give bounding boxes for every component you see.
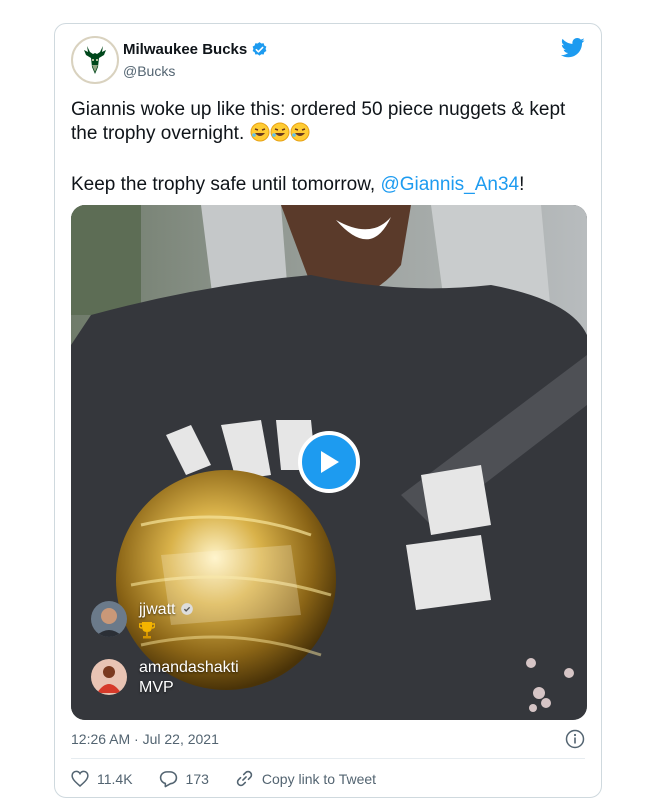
tweet-actions: 11.4K 173 Copy link to Tweet — [71, 769, 402, 788]
account-handle[interactable]: @Bucks — [123, 63, 175, 79]
account-display-name: Milwaukee Bucks — [123, 41, 248, 58]
tweet-line-1: Giannis woke up like this: ordered 50 pi… — [71, 98, 571, 149]
rolling-laughing-emoji-icon — [290, 122, 310, 149]
tweet-line-1-text: Giannis woke up like this: ordered 50 pi… — [71, 99, 566, 144]
info-icon[interactable] — [565, 729, 585, 754]
mention-link[interactable]: @Giannis_An34 — [380, 174, 519, 195]
tweet-card[interactable]: Milwaukee Bucks @Bucks Giannis woke up l… — [54, 23, 602, 798]
verified-badge-icon — [181, 603, 193, 615]
play-button[interactable] — [298, 431, 360, 493]
divider — [71, 758, 585, 759]
reply-button[interactable]: 173 — [159, 770, 209, 788]
comment-username[interactable]: amandashakti — [139, 659, 239, 677]
trophy-icon — [138, 622, 156, 639]
bucks-avatar[interactable] — [71, 36, 119, 84]
live-comment-amandashakti: amandashakti MVP — [91, 659, 239, 697]
copy-link-button[interactable]: Copy link to Tweet — [235, 769, 376, 788]
play-icon — [321, 451, 339, 473]
tweet-line-2: Keep the trophy safe until tomorrow, @Gi… — [71, 173, 571, 197]
comment-message — [138, 621, 194, 644]
tweet-timestamp[interactable]: 12:26 AM · Jul 22, 2021 — [71, 731, 219, 747]
like-button[interactable]: 11.4K — [71, 770, 133, 787]
live-comment-jjwatt: jjwatt — [91, 601, 194, 644]
heart-icon — [71, 770, 89, 787]
rolling-laughing-emoji-icon — [250, 122, 270, 149]
link-icon — [236, 770, 253, 787]
reply-bubble-icon — [159, 770, 177, 787]
avatar[interactable] — [91, 659, 127, 695]
video-player[interactable]: jjwatt amandashakti MVP — [71, 205, 587, 720]
comment-username-text: jjwatt — [139, 601, 176, 618]
tweet-text: Giannis woke up like this: ordered 50 pi… — [71, 98, 571, 197]
like-count: 11.4K — [97, 770, 133, 787]
comment-message: MVP — [139, 679, 174, 696]
tweet-line-2-prefix: Keep the trophy safe until tomorrow, — [71, 174, 381, 195]
rolling-laughing-emoji-icon — [270, 122, 290, 149]
bucks-deer-logo-icon — [84, 46, 106, 74]
account-name[interactable]: Milwaukee Bucks — [123, 41, 268, 58]
reply-count: 173 — [185, 770, 209, 787]
verified-badge-icon — [252, 42, 267, 56]
tweet-line-2-suffix: ! — [519, 174, 525, 195]
avatar[interactable] — [91, 601, 127, 637]
twitter-bird-icon[interactable] — [560, 38, 585, 63]
comment-username[interactable]: jjwatt — [139, 601, 194, 619]
copy-link-label: Copy link to Tweet — [261, 770, 377, 787]
